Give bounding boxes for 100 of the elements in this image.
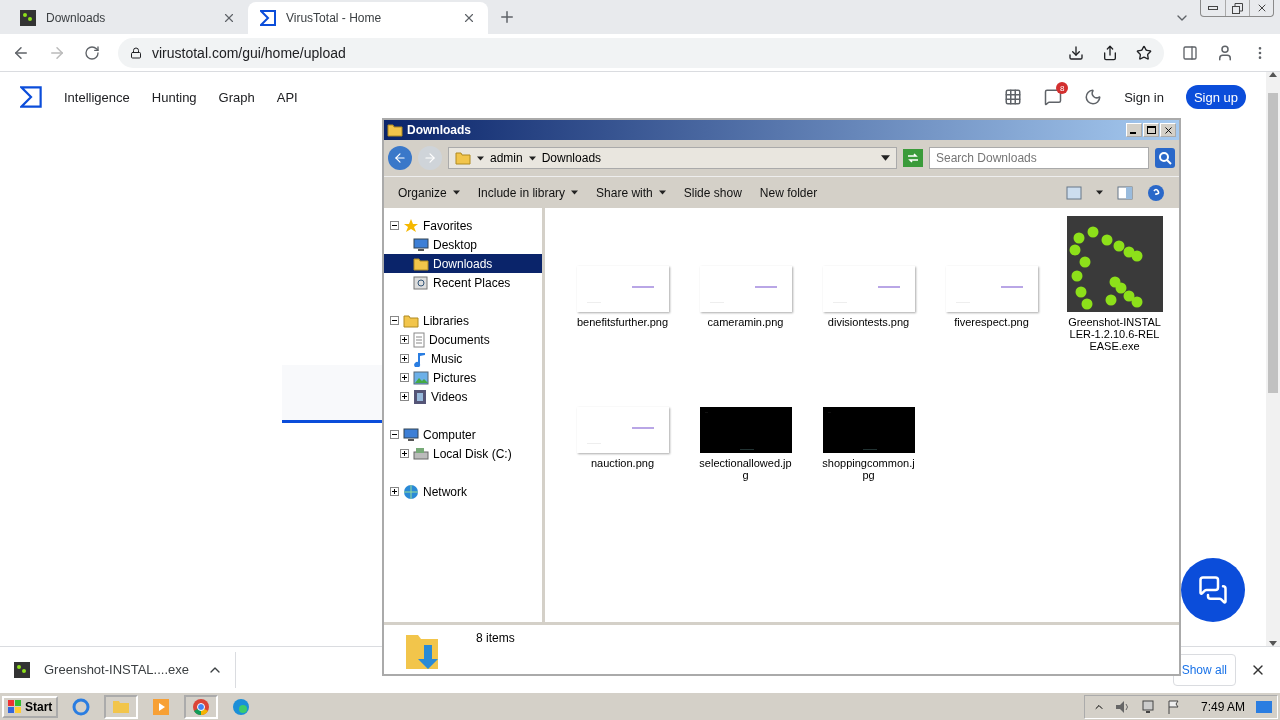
- sign-in-link[interactable]: Sign in: [1124, 89, 1164, 105]
- scroll-up-icon[interactable]: [1269, 72, 1277, 77]
- close-icon[interactable]: [462, 11, 476, 25]
- caret-icon[interactable]: [477, 155, 484, 161]
- recent-icon: [413, 274, 429, 291]
- clock[interactable]: 7:49 AM: [1200, 699, 1245, 714]
- refresh-icon[interactable]: [903, 149, 923, 167]
- moon-icon[interactable]: [1084, 88, 1103, 106]
- sigma-logo-icon[interactable]: [20, 86, 42, 108]
- tree-item[interactable]: Documents: [384, 330, 542, 349]
- minimize-icon[interactable]: [1126, 123, 1142, 137]
- share-icon[interactable]: [1102, 44, 1118, 61]
- breadcrumb-item[interactable]: Downloads: [541, 151, 602, 165]
- tree-item[interactable]: Pictures: [384, 368, 542, 387]
- dropdown-caret-icon[interactable]: [881, 155, 890, 161]
- expand-icon[interactable]: [400, 449, 409, 458]
- file-name[interactable]: divisiontests.png: [820, 316, 917, 328]
- toolbar-button[interactable]: New folder: [759, 185, 818, 200]
- file-name[interactable]: shoppingcommon.jpg: [820, 457, 917, 481]
- caret-icon[interactable]: [528, 155, 536, 161]
- tree-item[interactable]: Network: [384, 482, 542, 501]
- tree-item[interactable]: Recent Places: [384, 273, 542, 292]
- tree-item[interactable]: Favorites: [384, 216, 542, 235]
- file-name[interactable]: nauction.png: [574, 457, 671, 469]
- side-panel-icon[interactable]: [1182, 44, 1198, 61]
- drive-icon: [413, 446, 429, 461]
- caret-icon[interactable]: [658, 190, 666, 195]
- tree-item[interactable]: Downloads: [384, 254, 542, 273]
- window-title: Downloads: [407, 123, 471, 137]
- caret-icon[interactable]: [571, 190, 579, 195]
- monitor-icon: [413, 237, 429, 252]
- chrome-taskbar-icon[interactable]: [184, 694, 219, 719]
- sign-up-button[interactable]: Sign up: [1185, 85, 1246, 109]
- address-field[interactable]: virustotal.com/gui/home/upload: [118, 37, 1164, 68]
- file-name[interactable]: fiverespect.png: [943, 316, 1040, 328]
- image-icon: [413, 370, 429, 385]
- desktop-icon[interactable]: [1255, 699, 1273, 714]
- help-icon[interactable]: [1147, 183, 1165, 202]
- start-button[interactable]: Start: [2, 695, 59, 718]
- profile-icon[interactable]: [1216, 43, 1234, 62]
- download-item[interactable]: Greenshot-INSTAL....exe: [14, 651, 236, 688]
- search-icon[interactable]: [1155, 148, 1175, 168]
- windows-logo-icon: [8, 699, 22, 714]
- apps-grid-icon[interactable]: [1004, 88, 1023, 106]
- download-icon[interactable]: [1068, 44, 1084, 61]
- breadcrumb-bar[interactable]: admin Downloads: [448, 147, 897, 169]
- file-name[interactable]: selectionallowed.jpg: [697, 457, 794, 481]
- toolbar-button[interactable]: Share with: [596, 185, 666, 200]
- speaker-icon[interactable]: [1114, 699, 1131, 714]
- expand-icon[interactable]: [400, 354, 409, 363]
- expand-icon[interactable]: [400, 392, 409, 401]
- star-icon[interactable]: [1136, 44, 1152, 61]
- tree-item[interactable]: Libraries: [384, 311, 542, 330]
- file-name[interactable]: cameramin.png: [697, 316, 794, 328]
- reload-icon[interactable]: [84, 44, 100, 61]
- tree-item[interactable]: Computer: [384, 425, 542, 444]
- search-field[interactable]: Search Downloads: [929, 147, 1149, 169]
- chat-icon[interactable]: [1044, 88, 1063, 106]
- toolbar-button[interactable]: Include in library: [477, 185, 579, 200]
- preview-pane-icon[interactable]: [1117, 185, 1133, 200]
- collapse-icon[interactable]: [390, 221, 399, 230]
- breadcrumb-item[interactable]: admin: [490, 151, 523, 165]
- expand-icon[interactable]: [400, 373, 409, 382]
- back-icon[interactable]: [388, 146, 412, 170]
- nav-link[interactable]: Hunting: [151, 89, 197, 105]
- file-name[interactable]: Greenshot-INSTALLER-1.2.10.6-RELEASE.exe: [1066, 316, 1163, 352]
- folder-icon: [403, 313, 419, 328]
- toolbar-button[interactable]: Organize: [398, 185, 460, 200]
- tree-item[interactable]: Local Disk (C:): [384, 444, 542, 463]
- upload-tab[interactable]: [282, 365, 382, 423]
- maximize-icon[interactable]: [1143, 123, 1159, 137]
- nav-link[interactable]: Intelligence: [64, 89, 130, 105]
- expand-icon[interactable]: [390, 487, 399, 496]
- app-icon: [14, 661, 30, 678]
- network-icon[interactable]: [1140, 699, 1157, 714]
- document-icon: [413, 331, 425, 348]
- expand-icon[interactable]: [400, 335, 409, 344]
- caret-icon[interactable]: [1096, 190, 1103, 195]
- scroll-down-icon[interactable]: [1269, 641, 1277, 646]
- new-tab-icon[interactable]: [498, 8, 516, 26]
- folder-icon: [413, 256, 429, 271]
- caret-icon[interactable]: [452, 190, 460, 195]
- nav-link[interactable]: Graph: [218, 89, 255, 105]
- notification-badge: 8: [1056, 82, 1069, 94]
- tree-item[interactable]: Desktop: [384, 235, 542, 254]
- flag-icon[interactable]: [1166, 699, 1181, 714]
- nav-link[interactable]: API: [276, 89, 298, 105]
- browser-tab[interactable]: VirusTotal - Home: [248, 2, 488, 34]
- collapse-icon[interactable]: [390, 430, 399, 439]
- app-icon: [20, 10, 36, 26]
- lock-icon: [130, 46, 142, 59]
- tree-item[interactable]: Videos: [384, 387, 542, 406]
- browser-tab[interactable]: Downloads: [8, 2, 248, 34]
- folder-icon: [455, 151, 471, 165]
- scrollbar[interactable]: [1266, 72, 1280, 646]
- toolbar-button[interactable]: Slide show: [683, 185, 742, 200]
- tree-item[interactable]: Music: [384, 349, 542, 368]
- file-name[interactable]: benefitsfurther.png: [574, 316, 671, 328]
- collapse-icon[interactable]: [390, 316, 399, 325]
- star-icon: [403, 217, 419, 234]
